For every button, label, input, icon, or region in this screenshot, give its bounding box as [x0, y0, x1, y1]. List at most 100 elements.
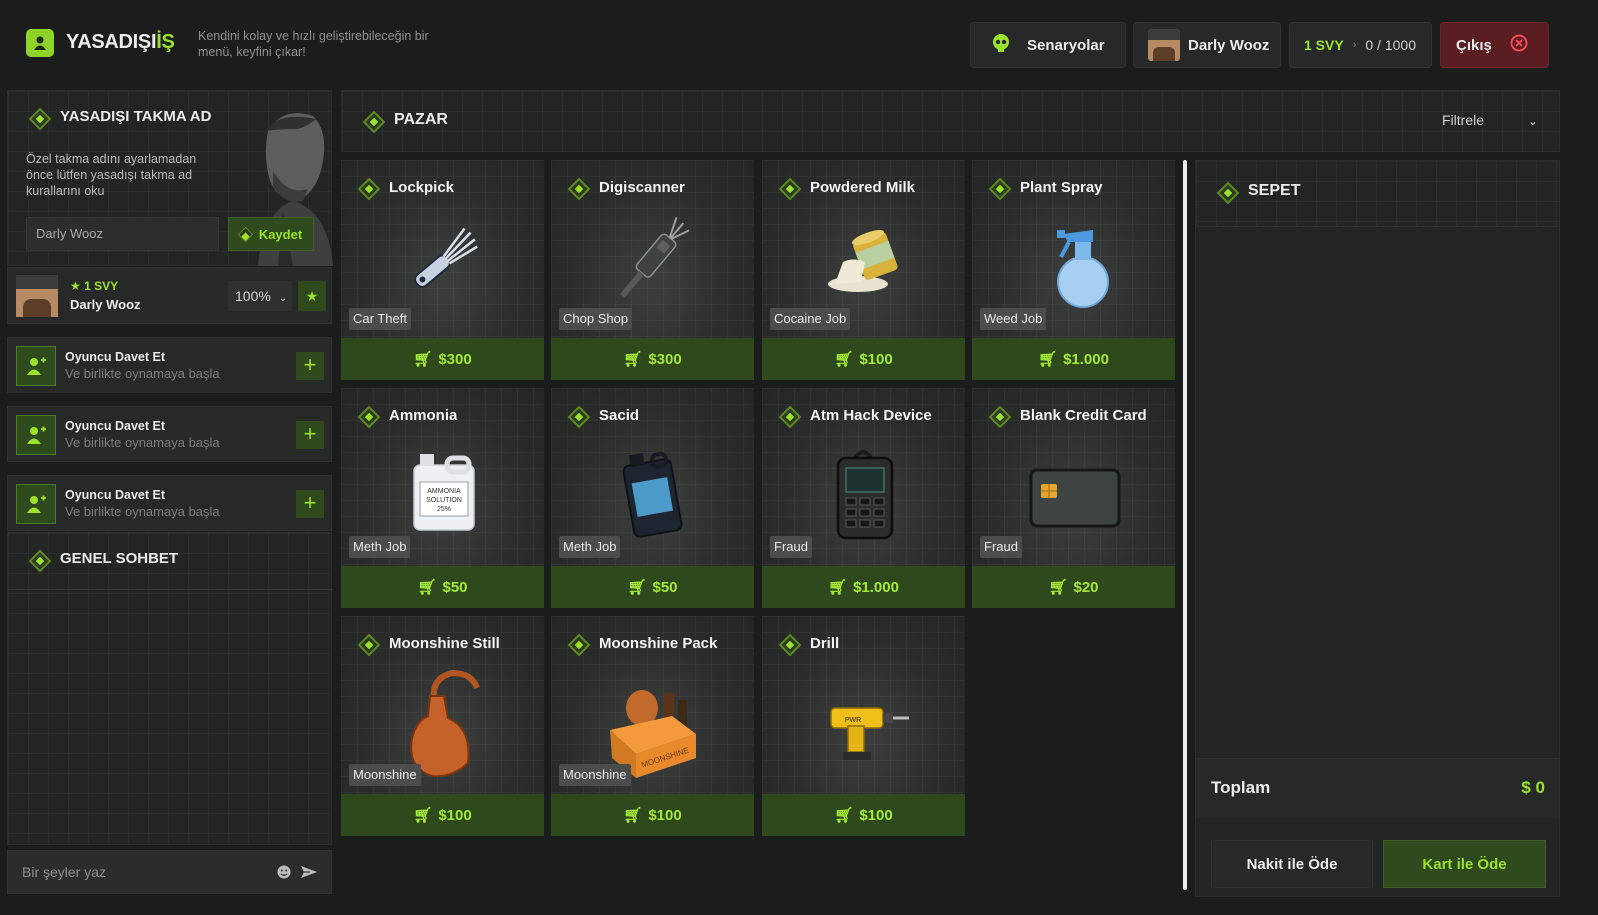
cart-title: SEPET [1248, 182, 1301, 199]
item-name: Sacid [599, 407, 640, 424]
cart-icon: 🛒︎ [623, 807, 643, 824]
nickname-description: Özel takma adını ayarlamadan önce lütfen… [26, 152, 197, 198]
filter-dropdown[interactable]: Filtrele ⌄ [1442, 112, 1538, 128]
profile-card: ★ 1 SVY Darly Wooz 100% ⌄ ★ [7, 267, 332, 324]
logo-icon [26, 29, 54, 57]
invite-plus-button[interactable]: + [296, 490, 324, 518]
invite-subtitle: Ve birlikte oynamaya başla [65, 366, 220, 381]
scenarios-button[interactable]: Senaryolar [970, 22, 1126, 68]
item-tag: Fraud [770, 536, 812, 558]
invite-plus-button[interactable]: + [296, 421, 324, 449]
invite-subtitle: Ve birlikte oynamaya başla [65, 504, 220, 519]
buy-button[interactable]: 🛒︎ $50 [341, 566, 544, 608]
market-item-card[interactable]: Blank Credit Card Fraud 🛒︎ $20 [972, 388, 1175, 608]
cart-icon: 🛒︎ [627, 579, 647, 596]
market-item-card[interactable]: Ammonia AMMONIA SOLUTION 25% Meth Job 🛒︎… [341, 388, 544, 608]
drill-icon: PWR [813, 668, 913, 768]
market-item-card[interactable]: Drill PWR 🛒︎ $100 [762, 616, 965, 836]
item-tag: Weed Job [980, 308, 1047, 330]
nickname-title: YASADIŞI TAKMA AD [60, 108, 212, 125]
invite-plus-button[interactable]: + [296, 352, 324, 380]
total-label: Toplam [1211, 778, 1271, 797]
buy-button[interactable]: 🛒︎ $50 [551, 566, 754, 608]
invite-title: Oyuncu Davet Et [65, 419, 166, 433]
buy-button[interactable]: 🛒︎ $1.000 [762, 566, 965, 608]
add-user-icon [16, 484, 56, 524]
cart-icon: 🛒︎ [834, 807, 854, 824]
item-name: Drill [810, 635, 840, 652]
save-nickname-button[interactable]: Kaydet [228, 217, 314, 251]
canister-icon [602, 440, 702, 540]
market-item-card[interactable]: Sacid Meth Job 🛒︎ $50 [551, 388, 754, 608]
profile-name: Darly Wooz [70, 297, 141, 312]
buy-button[interactable]: 🛒︎ $100 [762, 338, 965, 380]
exit-button[interactable]: Çıkış [1440, 22, 1549, 68]
buy-button[interactable]: 🛒︎ $100 [551, 794, 754, 836]
cart-icon: 🛒︎ [828, 579, 848, 596]
total-value: $ 0 [1521, 778, 1545, 797]
market-header: PAZAR Filtrele ⌄ [341, 90, 1560, 152]
item-name: Lockpick [389, 179, 455, 196]
chevron-down-icon: ⌄ [278, 293, 288, 304]
invite-subtitle: Ve birlikte oynamaya başla [65, 435, 220, 450]
cart-icon: 🛒︎ [623, 351, 643, 368]
lockpick-icon [392, 212, 492, 312]
cart-icon: 🛒︎ [417, 579, 437, 596]
svg-text:AMMONIA: AMMONIA [427, 488, 461, 495]
user-button[interactable]: Darly Wooz [1133, 22, 1281, 68]
market-item-card[interactable]: Moonshine Pack MOONSHINE Moonshine 🛒︎ $10… [551, 616, 754, 836]
spray-bottle-icon [1023, 212, 1123, 312]
add-user-icon [16, 346, 56, 386]
chat-input[interactable]: Bir şeyler yaz [7, 850, 332, 894]
invite-card: Oyuncu Davet Et Ve birlikte oynamaya baş… [7, 475, 332, 531]
cart-icon: 🛒︎ [1038, 351, 1058, 368]
still-icon [392, 668, 492, 778]
chat-panel: GENEL SOHBET [7, 532, 333, 845]
chevron-down-icon: ⌄ [1527, 114, 1538, 128]
market-scrollbar[interactable] [1183, 160, 1187, 890]
item-tag: Meth Job [559, 536, 621, 558]
market-item-card[interactable]: Plant Spray Weed Job 🛒︎ $1.000 [972, 160, 1175, 380]
send-icon[interactable] [300, 864, 318, 885]
skull-icon [991, 33, 1011, 57]
pay-cash-button[interactable]: Nakit ile Öde [1211, 840, 1373, 888]
favorite-button[interactable]: ★ [298, 281, 326, 311]
divider [8, 589, 333, 590]
diamond-icon [362, 110, 386, 134]
item-name: Plant Spray [1020, 179, 1103, 196]
item-name: Ammonia [389, 407, 458, 424]
close-circle-icon [1510, 34, 1528, 56]
market-item-card[interactable]: Atm Hack Device Fraud 🛒︎ $1.000 [762, 388, 965, 608]
cart-icon: 🛒︎ [413, 351, 433, 368]
nickname-panel: YASADIŞI TAKMA AD Özel takma adını ayarl… [7, 90, 333, 266]
nickname-input[interactable]: Darly Wooz [26, 217, 219, 251]
buy-button[interactable]: 🛒︎ $100 [762, 794, 965, 836]
market-item-card[interactable]: Lockpick Car Theft 🛒︎ $300 [341, 160, 544, 380]
scanner-icon [602, 212, 702, 312]
buy-button[interactable]: 🛒︎ $1.000 [972, 338, 1175, 380]
buy-button[interactable]: 🛒︎ $20 [972, 566, 1175, 608]
add-user-icon [16, 415, 56, 455]
emoji-icon[interactable] [276, 864, 292, 885]
buy-button[interactable]: 🛒︎ $300 [341, 338, 544, 380]
avatar [16, 275, 58, 317]
chat-title: GENEL SOHBET [60, 550, 179, 567]
chevron-right-icon: › [1352, 39, 1357, 51]
pay-card-button[interactable]: Kart ile Öde [1383, 840, 1546, 888]
crate-icon: MOONSHINE [602, 668, 702, 778]
diamond-icon [237, 226, 254, 242]
item-name: Digiscanner [599, 179, 685, 196]
market-title: PAZAR [394, 111, 448, 128]
credit-card-icon [1023, 440, 1123, 540]
item-tag: Moonshine [559, 764, 631, 786]
item-name: Moonshine Still [389, 635, 500, 652]
buy-button[interactable]: 🛒︎ $300 [551, 338, 754, 380]
market-item-card[interactable]: Powdered Milk Cocaine Job 🛒︎ $100 [762, 160, 965, 380]
market-item-card[interactable]: Moonshine Still Moonshine 🛒︎ $100 [341, 616, 544, 836]
item-name: Atm Hack Device [810, 407, 932, 424]
cart-icon: 🛒︎ [1048, 579, 1068, 596]
invite-card: Oyuncu Davet Et Ve birlikte oynamaya baş… [7, 406, 332, 462]
zoom-select[interactable]: 100% ⌄ [228, 281, 292, 311]
market-item-card[interactable]: Digiscanner Chop Shop 🛒︎ $300 [551, 160, 754, 380]
buy-button[interactable]: 🛒︎ $100 [341, 794, 544, 836]
